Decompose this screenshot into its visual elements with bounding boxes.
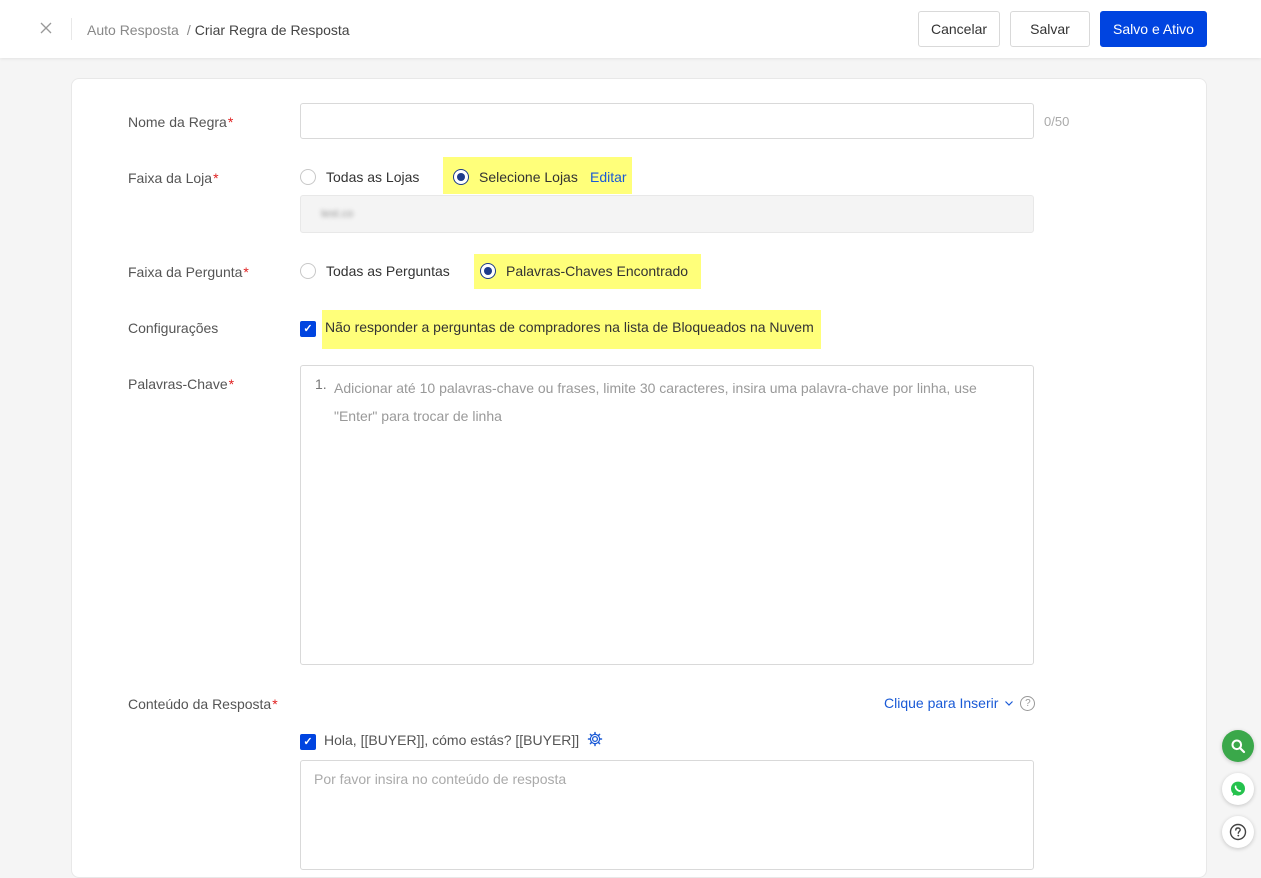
radio-circle[interactable]: [300, 263, 316, 279]
radio-keywords-found[interactable]: Palavras-Chaves Encontrado: [480, 263, 688, 279]
line-number: 1.: [315, 376, 327, 392]
greeting-checkbox[interactable]: ✓: [300, 732, 316, 750]
radio-all-stores[interactable]: Todas as Lojas: [300, 169, 419, 185]
save-button[interactable]: Salvar: [1010, 11, 1090, 47]
radio-label: Selecione Lojas: [479, 169, 578, 185]
radio-circle[interactable]: [300, 169, 316, 185]
radio-label: Todas as Lojas: [326, 169, 420, 185]
divider: [71, 18, 72, 40]
response-content-textarea[interactable]: Por favor insira no conteúdo de resposta: [300, 760, 1034, 870]
edit-stores-link[interactable]: Editar: [590, 169, 627, 185]
blocked-list-checkbox[interactable]: ✓: [300, 319, 316, 337]
check-icon[interactable]: ✓: [300, 733, 316, 750]
chevron-down-icon: [1005, 701, 1014, 706]
radio-circle-selected[interactable]: [453, 169, 469, 185]
search-icon: [1231, 739, 1246, 754]
keywords-placeholder: Adicionar até 10 palavras-chave ou frase…: [334, 380, 977, 424]
click-to-insert-dropdown[interactable]: Clique para Inserir ?: [884, 695, 1036, 711]
gear-icon[interactable]: [587, 731, 603, 747]
help-icon: [1229, 823, 1247, 841]
check-icon[interactable]: ✓: [300, 320, 316, 337]
float-help-button[interactable]: [1222, 816, 1254, 848]
settings-label: Configurações: [128, 320, 219, 336]
insert-label: Clique para Inserir: [884, 695, 999, 711]
radio-label: Todas as Perguntas: [326, 263, 450, 279]
radio-circle-selected[interactable]: [480, 263, 496, 279]
save-and-activate-button[interactable]: Salvo e Ativo: [1100, 11, 1207, 47]
keywords-label: Palavras-Chave*: [128, 376, 235, 392]
response-content-label: Conteúdo da Resposta*: [128, 696, 278, 712]
whatsapp-icon: [1231, 781, 1245, 796]
rule-name-label: Nome da Regra*: [128, 114, 234, 130]
greeting-label: Hola, [[BUYER]], cómo estás? [[BUYER]]: [324, 732, 580, 748]
question-range-label: Faixa da Pergunta*: [128, 264, 249, 280]
close-icon[interactable]: [36, 18, 56, 38]
rule-name-input[interactable]: [300, 103, 1034, 139]
breadcrumb-current: Criar Regra de Resposta: [194, 22, 350, 38]
radio-select-stores[interactable]: Selecione Lojas: [453, 169, 578, 185]
selected-store-name: test.co: [321, 208, 354, 220]
float-search-button[interactable]: [1222, 730, 1254, 762]
top-bar: Auto Resposta / Criar Regra de Resposta Ca…: [0, 0, 1261, 58]
breadcrumb-separator: /: [186, 22, 191, 38]
response-placeholder: Por favor insira no conteúdo de resposta: [314, 771, 567, 787]
breadcrumb: Auto Resposta / Criar Regra de Resposta: [87, 22, 350, 38]
float-whatsapp-button[interactable]: [1222, 773, 1254, 805]
breadcrumb-parent[interactable]: Auto Resposta: [87, 22, 179, 38]
store-range-label: Faixa da Loja*: [128, 170, 219, 186]
radio-label: Palavras-Chaves Encontrado: [506, 263, 689, 279]
cancel-button[interactable]: Cancelar: [918, 11, 1000, 47]
rule-name-counter: 0/50: [1044, 114, 1070, 129]
blocked-list-checkbox-label: Não responder a perguntas de compradores…: [325, 319, 814, 335]
help-icon[interactable]: ?: [1020, 695, 1036, 711]
radio-all-questions[interactable]: Todas as Perguntas: [300, 263, 450, 279]
keywords-textarea[interactable]: 1. Adicionar até 10 palavras-chave ou fr…: [300, 365, 1034, 665]
selected-stores-box: test.co: [300, 195, 1034, 233]
